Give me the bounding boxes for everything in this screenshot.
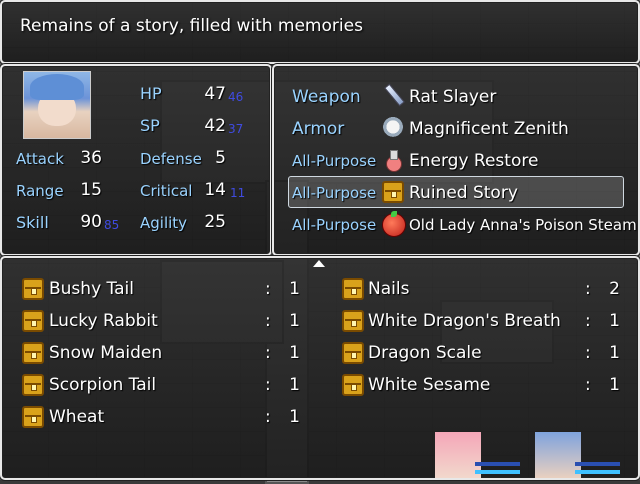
item-colon: :	[585, 375, 591, 395]
character-portrait	[23, 71, 91, 139]
chest-icon	[22, 406, 44, 428]
equipment-name: Old Lady Anna's Poison Steam Bun	[409, 216, 640, 234]
item-name: Bushy Tail	[49, 279, 134, 299]
item-name: Lucky Rabbit	[49, 311, 158, 331]
armor-icon	[382, 117, 404, 139]
party-member-hp-gauge	[575, 462, 620, 466]
attack-label: Attack	[16, 150, 64, 168]
chest-icon	[22, 374, 44, 396]
skill-label: Skill	[16, 213, 49, 232]
sp-value: 42	[204, 116, 226, 136]
item-name: Wheat	[49, 407, 105, 427]
item-name: Snow Maiden	[49, 343, 163, 363]
chest-icon	[22, 310, 44, 332]
item-quantity: 1	[289, 343, 300, 363]
item-colon: :	[265, 375, 271, 395]
party-member-sp-gauge	[475, 470, 520, 474]
hp-label: HP	[140, 84, 162, 103]
critical-sub-value: 11	[230, 186, 246, 200]
item-name: Scorpion Tail	[49, 375, 157, 395]
skill-value: 90	[80, 212, 102, 232]
equipment-name: Energy Restore	[409, 151, 539, 171]
item-quantity: 1	[609, 343, 620, 363]
chest-icon	[342, 278, 364, 300]
item-colon: :	[265, 407, 271, 427]
item-quantity: 1	[289, 375, 300, 395]
potion-icon	[382, 149, 404, 172]
equipment-name: Rat Slayer	[409, 87, 497, 107]
item-name: White Dragon's Breath	[368, 311, 561, 331]
skill-sub-value: 85	[104, 218, 120, 232]
sp-label: SP	[140, 116, 160, 135]
item-colon: :	[585, 279, 591, 299]
item-name: Nails	[368, 279, 410, 299]
party-member-hp-gauge	[475, 462, 520, 466]
sword-icon	[382, 85, 404, 107]
range-label: Range	[16, 182, 64, 200]
party-member-sp-gauge	[575, 470, 620, 474]
chest-icon	[342, 374, 364, 396]
defense-value: 5	[215, 148, 226, 168]
agility-label: Agility	[140, 214, 188, 232]
item-colon: :	[585, 343, 591, 363]
hp-sub-value: 46	[228, 90, 244, 104]
item-colon: :	[265, 279, 271, 299]
chest-icon	[22, 278, 44, 300]
range-value: 15	[80, 180, 102, 200]
item-colon: :	[585, 311, 591, 331]
equipment-name: Magnificent Zenith	[409, 119, 569, 139]
critical-value: 14	[204, 180, 226, 200]
item-quantity: 2	[609, 279, 620, 299]
chest-icon	[382, 181, 404, 203]
slot-label: All-Purpose	[292, 152, 377, 170]
item-colon: :	[265, 311, 271, 331]
slot-label: Weapon	[292, 87, 361, 107]
slot-label: All-Purpose	[292, 216, 377, 234]
agility-value: 25	[204, 212, 226, 232]
item-quantity: 1	[609, 311, 620, 331]
slot-label: Armor	[292, 119, 345, 139]
scroll-up-arrow-icon[interactable]	[313, 260, 325, 267]
help-text: Remains of a story, filled with memories	[20, 16, 363, 36]
equipment-name: Ruined Story	[409, 183, 518, 203]
chest-icon	[342, 310, 364, 332]
item-name: White Sesame	[368, 375, 491, 395]
item-quantity: 1	[609, 375, 620, 395]
attack-value: 36	[80, 148, 102, 168]
chest-icon	[22, 342, 44, 364]
help-window: Remains of a story, filled with memories	[0, 0, 640, 64]
critical-label: Critical	[140, 182, 193, 200]
item-quantity: 1	[289, 407, 300, 427]
bun-icon	[382, 211, 406, 237]
sp-sub-value: 37	[228, 122, 244, 136]
item-quantity: 1	[289, 279, 300, 299]
item-quantity: 1	[289, 311, 300, 331]
item-colon: :	[265, 343, 271, 363]
slot-label: All-Purpose	[292, 184, 377, 202]
item-name: Dragon Scale	[368, 343, 482, 363]
chest-icon	[342, 342, 364, 364]
hp-value: 47	[204, 84, 226, 104]
